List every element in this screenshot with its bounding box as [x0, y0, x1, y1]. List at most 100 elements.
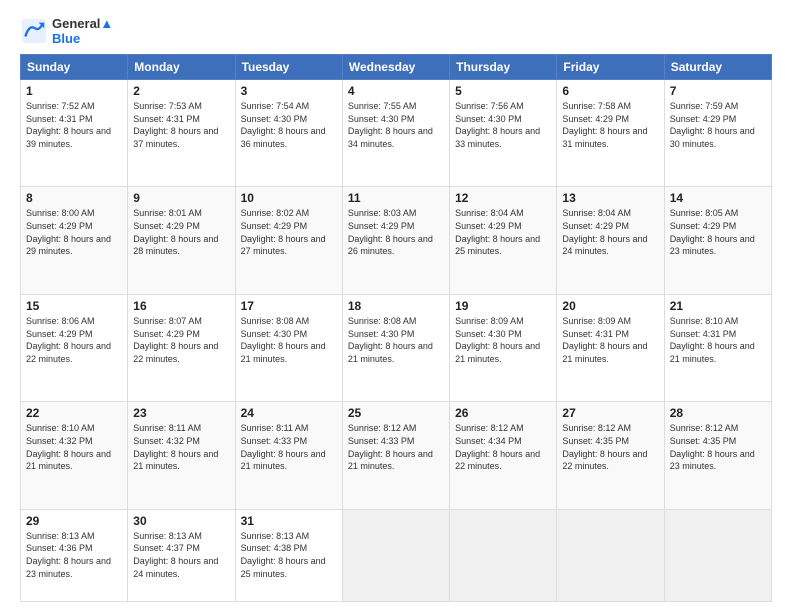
day-number: 31 [241, 514, 337, 528]
calendar-cell: 31 Sunrise: 8:13 AMSunset: 4:38 PMDaylig… [235, 509, 342, 601]
calendar-cell: 22 Sunrise: 8:10 AMSunset: 4:32 PMDaylig… [21, 402, 128, 509]
calendar-cell: 15 Sunrise: 8:06 AMSunset: 4:29 PMDaylig… [21, 294, 128, 401]
calendar-cell: 13 Sunrise: 8:04 AMSunset: 4:29 PMDaylig… [557, 187, 664, 294]
cell-info: Sunrise: 8:05 AMSunset: 4:29 PMDaylight:… [670, 207, 766, 257]
calendar-header-row: SundayMondayTuesdayWednesdayThursdayFrid… [21, 55, 772, 80]
day-header-tuesday: Tuesday [235, 55, 342, 80]
page: General▲ Blue SundayMondayTuesdayWednesd… [0, 0, 792, 612]
header: General▲ Blue [20, 16, 772, 46]
day-number: 8 [26, 191, 122, 205]
cell-info: Sunrise: 8:12 AMSunset: 4:35 PMDaylight:… [670, 422, 766, 472]
day-number: 25 [348, 406, 444, 420]
calendar-cell: 10 Sunrise: 8:02 AMSunset: 4:29 PMDaylig… [235, 187, 342, 294]
calendar-body: 1 Sunrise: 7:52 AMSunset: 4:31 PMDayligh… [21, 80, 772, 602]
cell-info: Sunrise: 8:13 AMSunset: 4:37 PMDaylight:… [133, 530, 229, 580]
day-number: 4 [348, 84, 444, 98]
cell-info: Sunrise: 8:04 AMSunset: 4:29 PMDaylight:… [455, 207, 551, 257]
cell-info: Sunrise: 7:54 AMSunset: 4:30 PMDaylight:… [241, 100, 337, 150]
cell-info: Sunrise: 8:11 AMSunset: 4:32 PMDaylight:… [133, 422, 229, 472]
week-row-3: 15 Sunrise: 8:06 AMSunset: 4:29 PMDaylig… [21, 294, 772, 401]
cell-info: Sunrise: 8:12 AMSunset: 4:34 PMDaylight:… [455, 422, 551, 472]
day-number: 26 [455, 406, 551, 420]
day-number: 22 [26, 406, 122, 420]
calendar-cell [664, 509, 771, 601]
calendar-cell: 16 Sunrise: 8:07 AMSunset: 4:29 PMDaylig… [128, 294, 235, 401]
cell-info: Sunrise: 8:11 AMSunset: 4:33 PMDaylight:… [241, 422, 337, 472]
cell-info: Sunrise: 8:06 AMSunset: 4:29 PMDaylight:… [26, 315, 122, 365]
cell-info: Sunrise: 8:10 AMSunset: 4:31 PMDaylight:… [670, 315, 766, 365]
week-row-5: 29 Sunrise: 8:13 AMSunset: 4:36 PMDaylig… [21, 509, 772, 601]
calendar-cell: 26 Sunrise: 8:12 AMSunset: 4:34 PMDaylig… [450, 402, 557, 509]
day-header-sunday: Sunday [21, 55, 128, 80]
logo-icon [20, 17, 48, 45]
cell-info: Sunrise: 8:12 AMSunset: 4:35 PMDaylight:… [562, 422, 658, 472]
day-number: 14 [670, 191, 766, 205]
calendar-cell [450, 509, 557, 601]
day-number: 30 [133, 514, 229, 528]
cell-info: Sunrise: 8:13 AMSunset: 4:38 PMDaylight:… [241, 530, 337, 580]
cell-info: Sunrise: 7:52 AMSunset: 4:31 PMDaylight:… [26, 100, 122, 150]
calendar-cell: 2 Sunrise: 7:53 AMSunset: 4:31 PMDayligh… [128, 80, 235, 187]
calendar-cell: 25 Sunrise: 8:12 AMSunset: 4:33 PMDaylig… [342, 402, 449, 509]
cell-info: Sunrise: 8:04 AMSunset: 4:29 PMDaylight:… [562, 207, 658, 257]
day-number: 20 [562, 299, 658, 313]
day-number: 29 [26, 514, 122, 528]
calendar-cell: 12 Sunrise: 8:04 AMSunset: 4:29 PMDaylig… [450, 187, 557, 294]
day-header-thursday: Thursday [450, 55, 557, 80]
calendar-cell: 9 Sunrise: 8:01 AMSunset: 4:29 PMDayligh… [128, 187, 235, 294]
day-number: 2 [133, 84, 229, 98]
day-number: 9 [133, 191, 229, 205]
calendar-cell [557, 509, 664, 601]
calendar-cell: 27 Sunrise: 8:12 AMSunset: 4:35 PMDaylig… [557, 402, 664, 509]
calendar-cell: 30 Sunrise: 8:13 AMSunset: 4:37 PMDaylig… [128, 509, 235, 601]
week-row-2: 8 Sunrise: 8:00 AMSunset: 4:29 PMDayligh… [21, 187, 772, 294]
calendar-cell [342, 509, 449, 601]
calendar-cell: 8 Sunrise: 8:00 AMSunset: 4:29 PMDayligh… [21, 187, 128, 294]
day-number: 21 [670, 299, 766, 313]
cell-info: Sunrise: 8:10 AMSunset: 4:32 PMDaylight:… [26, 422, 122, 472]
day-header-saturday: Saturday [664, 55, 771, 80]
cell-info: Sunrise: 8:03 AMSunset: 4:29 PMDaylight:… [348, 207, 444, 257]
calendar-cell: 3 Sunrise: 7:54 AMSunset: 4:30 PMDayligh… [235, 80, 342, 187]
calendar-cell: 24 Sunrise: 8:11 AMSunset: 4:33 PMDaylig… [235, 402, 342, 509]
day-number: 23 [133, 406, 229, 420]
day-number: 10 [241, 191, 337, 205]
day-number: 11 [348, 191, 444, 205]
logo-text: General▲ Blue [52, 16, 113, 46]
calendar-cell: 20 Sunrise: 8:09 AMSunset: 4:31 PMDaylig… [557, 294, 664, 401]
day-header-friday: Friday [557, 55, 664, 80]
calendar-cell: 29 Sunrise: 8:13 AMSunset: 4:36 PMDaylig… [21, 509, 128, 601]
calendar-cell: 4 Sunrise: 7:55 AMSunset: 4:30 PMDayligh… [342, 80, 449, 187]
cell-info: Sunrise: 7:56 AMSunset: 4:30 PMDaylight:… [455, 100, 551, 150]
cell-info: Sunrise: 8:09 AMSunset: 4:30 PMDaylight:… [455, 315, 551, 365]
day-number: 5 [455, 84, 551, 98]
cell-info: Sunrise: 8:00 AMSunset: 4:29 PMDaylight:… [26, 207, 122, 257]
day-number: 1 [26, 84, 122, 98]
calendar-cell: 14 Sunrise: 8:05 AMSunset: 4:29 PMDaylig… [664, 187, 771, 294]
cell-info: Sunrise: 8:13 AMSunset: 4:36 PMDaylight:… [26, 530, 122, 580]
day-number: 19 [455, 299, 551, 313]
cell-info: Sunrise: 8:02 AMSunset: 4:29 PMDaylight:… [241, 207, 337, 257]
cell-info: Sunrise: 8:07 AMSunset: 4:29 PMDaylight:… [133, 315, 229, 365]
calendar-cell: 6 Sunrise: 7:58 AMSunset: 4:29 PMDayligh… [557, 80, 664, 187]
calendar-cell: 5 Sunrise: 7:56 AMSunset: 4:30 PMDayligh… [450, 80, 557, 187]
calendar-cell: 1 Sunrise: 7:52 AMSunset: 4:31 PMDayligh… [21, 80, 128, 187]
day-number: 24 [241, 406, 337, 420]
day-number: 27 [562, 406, 658, 420]
cell-info: Sunrise: 8:08 AMSunset: 4:30 PMDaylight:… [348, 315, 444, 365]
calendar-cell: 23 Sunrise: 8:11 AMSunset: 4:32 PMDaylig… [128, 402, 235, 509]
calendar-cell: 7 Sunrise: 7:59 AMSunset: 4:29 PMDayligh… [664, 80, 771, 187]
cell-info: Sunrise: 8:09 AMSunset: 4:31 PMDaylight:… [562, 315, 658, 365]
day-number: 13 [562, 191, 658, 205]
cell-info: Sunrise: 7:55 AMSunset: 4:30 PMDaylight:… [348, 100, 444, 150]
day-number: 6 [562, 84, 658, 98]
day-number: 7 [670, 84, 766, 98]
logo: General▲ Blue [20, 16, 113, 46]
cell-info: Sunrise: 7:58 AMSunset: 4:29 PMDaylight:… [562, 100, 658, 150]
calendar-cell: 18 Sunrise: 8:08 AMSunset: 4:30 PMDaylig… [342, 294, 449, 401]
day-header-wednesday: Wednesday [342, 55, 449, 80]
calendar-cell: 21 Sunrise: 8:10 AMSunset: 4:31 PMDaylig… [664, 294, 771, 401]
cell-info: Sunrise: 8:08 AMSunset: 4:30 PMDaylight:… [241, 315, 337, 365]
calendar-cell: 11 Sunrise: 8:03 AMSunset: 4:29 PMDaylig… [342, 187, 449, 294]
day-header-monday: Monday [128, 55, 235, 80]
